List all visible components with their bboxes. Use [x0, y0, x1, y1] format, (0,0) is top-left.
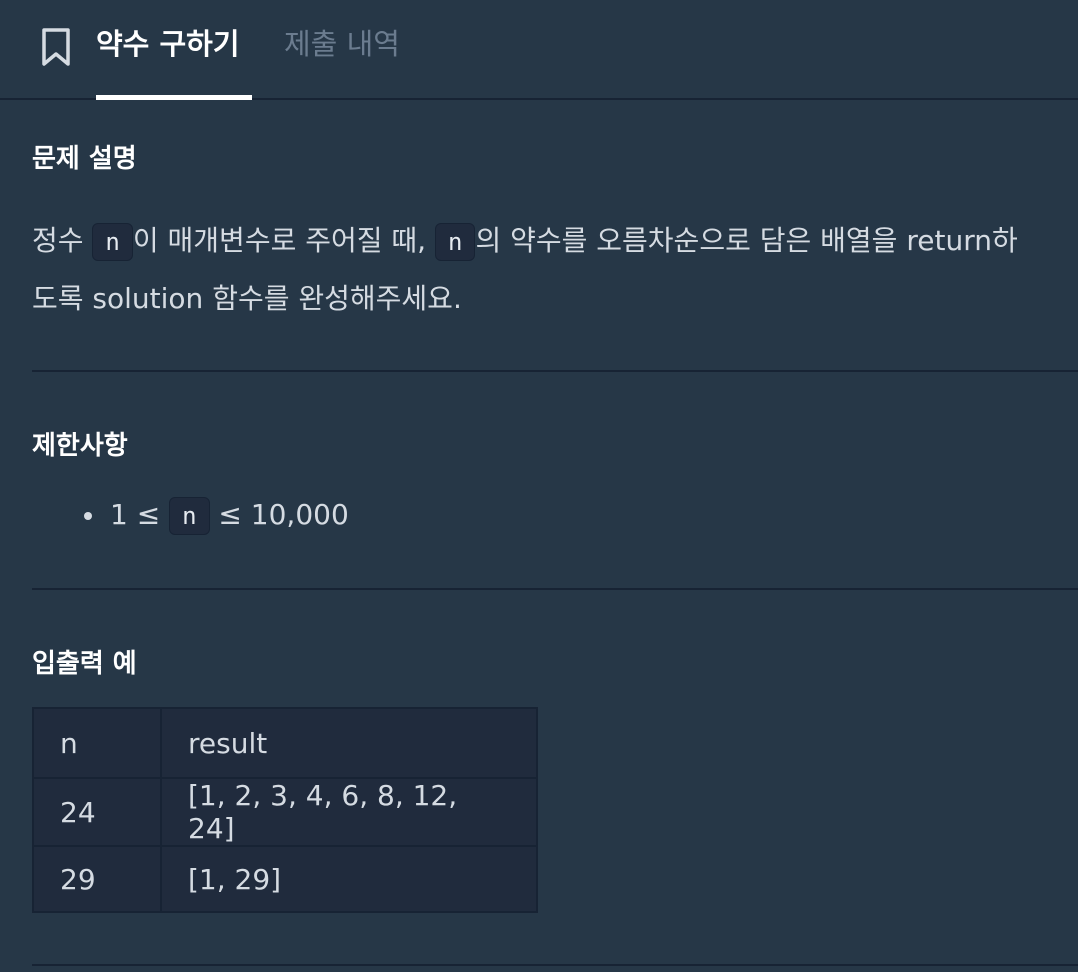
description-part-2: 이 매개변수로 주어질 때, [132, 224, 435, 257]
table-cell: 29 [32, 845, 162, 913]
table-row: 29 [1, 29] [32, 845, 538, 913]
bookmark-icon[interactable] [36, 24, 76, 68]
column-header-n: n [32, 707, 162, 779]
tab-submissions[interactable]: 제출 내역 [284, 24, 400, 64]
section-divider [32, 588, 1078, 590]
constraints-heading: 제한사항 [32, 431, 128, 461]
description-heading: 문제 설명 [32, 144, 137, 174]
column-header-result: result [160, 707, 538, 779]
table-cell: 24 [32, 777, 162, 847]
tab-problem[interactable]: 약수 구하기 [96, 24, 240, 64]
description-part-1: 정수 [32, 224, 93, 257]
constraint-suffix: ≤ 10,000 [209, 498, 349, 531]
examples-table: n result 24 [1, 2, 3, 4, 6, 8, 12, 24] 2… [32, 707, 538, 913]
table-cell: [1, 29] [160, 845, 538, 913]
section-divider [32, 370, 1078, 372]
inline-code-n: n [434, 223, 476, 261]
description-text: 정수 n이 매개변수로 주어질 때, n의 약수를 오름차순으로 담은 배열을 … [32, 212, 1032, 328]
table-row: 24 [1, 2, 3, 4, 6, 8, 12, 24] [32, 777, 538, 847]
examples-heading: 입출력 예 [32, 649, 137, 679]
tab-bar: 약수 구하기 제출 내역 [0, 0, 1078, 100]
constraint-prefix: 1 ≤ [110, 498, 170, 531]
constraint-item: 1 ≤ n ≤ 10,000 [84, 495, 349, 535]
bullet-dot [84, 512, 92, 520]
table-cell: [1, 2, 3, 4, 6, 8, 12, 24] [160, 777, 538, 847]
table-header-row: n result [32, 707, 538, 779]
section-divider [32, 964, 1078, 966]
active-tab-indicator [96, 95, 252, 100]
inline-code-n: n [92, 223, 133, 261]
inline-code-n: n [169, 497, 210, 535]
